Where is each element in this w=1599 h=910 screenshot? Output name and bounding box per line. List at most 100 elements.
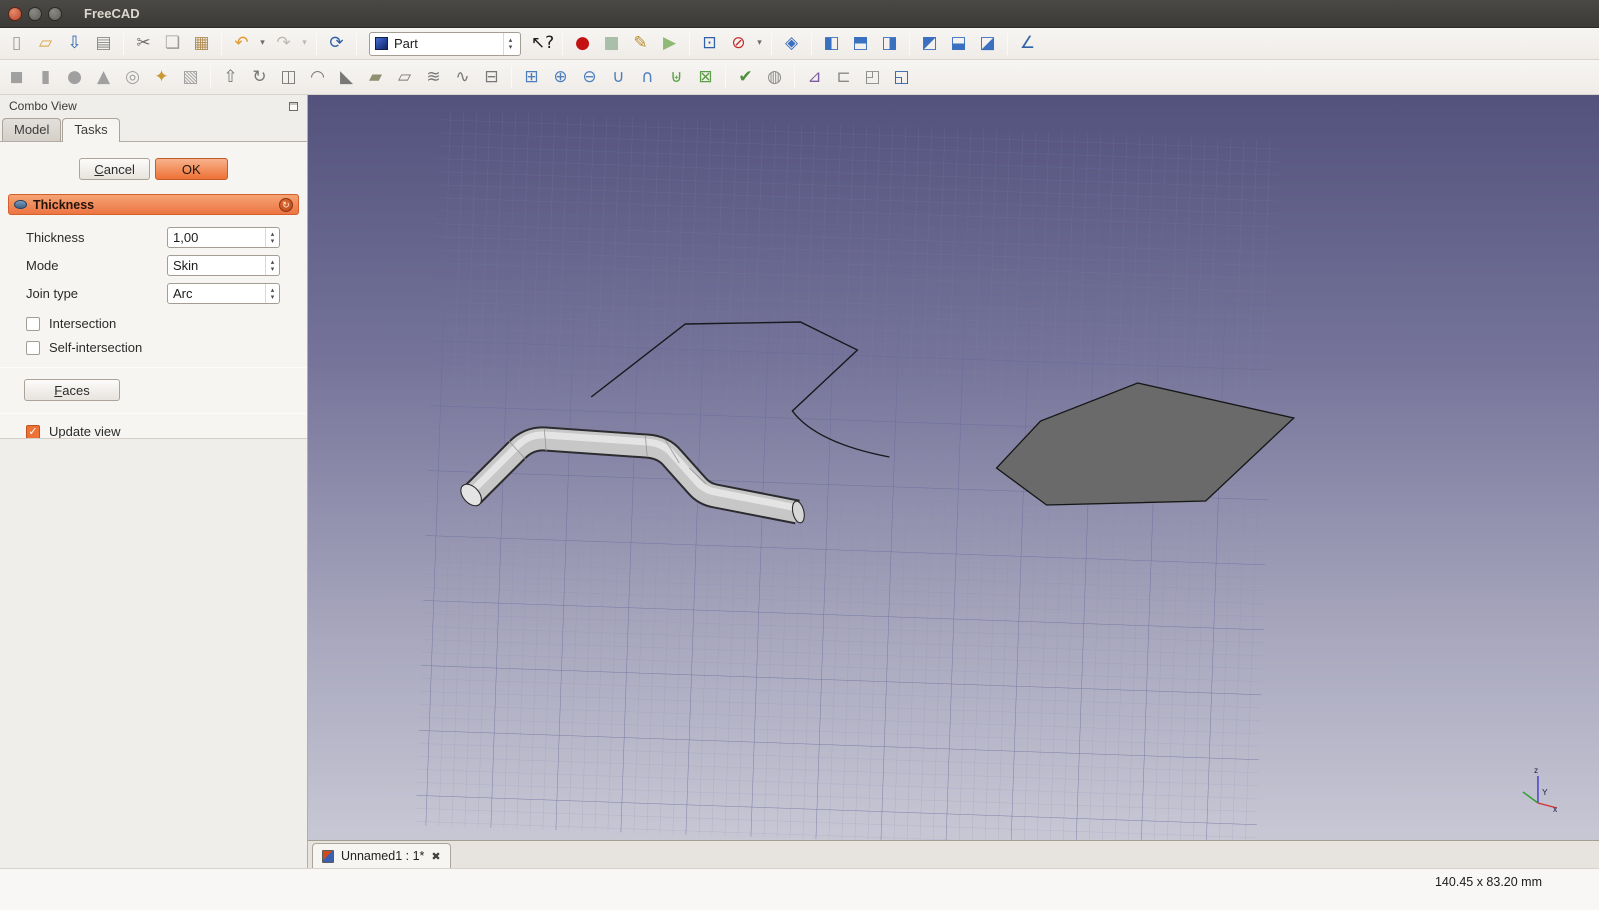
cut-icon[interactable]: ✂ — [129, 31, 158, 57]
union-icon[interactable]: ∪ — [604, 64, 633, 90]
bottom-view-icon[interactable]: ⬓ — [944, 31, 973, 57]
3d-viewport[interactable]: z Y x — [308, 95, 1599, 840]
redo-icon[interactable]: ↷ — [269, 31, 298, 57]
refresh-icon[interactable]: ⟳ — [322, 31, 351, 57]
macro-edit-icon[interactable]: ✎ — [626, 31, 655, 57]
boolean-icon[interactable]: ⊕ — [546, 64, 575, 90]
macro-stop-icon[interactable]: ■ — [597, 31, 626, 57]
join-type-dropdown[interactable]: ▴ ▾ — [265, 284, 279, 303]
mirror-icon[interactable]: ◫ — [274, 64, 303, 90]
shape-builder-icon[interactable]: ▧ — [176, 64, 205, 90]
mode-select[interactable]: Skin ▴ ▾ — [167, 255, 280, 276]
float-panel-icon[interactable] — [289, 101, 298, 111]
axonometric-view-icon[interactable]: ◈ — [777, 31, 806, 57]
icon-glyph: ⟳ — [329, 33, 344, 53]
draw-style-dropdown-icon[interactable]: ▾ — [753, 31, 766, 57]
zoom-fit-icon[interactable]: ⊡ — [695, 31, 724, 57]
primitives-icon[interactable]: ✦ — [147, 64, 176, 90]
tab-tasks[interactable]: Tasks — [62, 118, 120, 142]
tab-model[interactable]: Model — [2, 118, 62, 141]
document-tab[interactable]: Unnamed1 : 1* ✖ — [312, 843, 451, 868]
extrude-icon[interactable]: ⇧ — [216, 64, 245, 90]
macro-record-icon[interactable]: ● — [568, 31, 597, 57]
icon-glyph: ▮ — [40, 66, 51, 87]
maximize-window-button[interactable] — [48, 6, 62, 21]
boolean-cut-icon[interactable]: ⊖ — [575, 64, 604, 90]
intersection-checkbox[interactable] — [26, 316, 40, 331]
split-icon[interactable]: ⊠ — [691, 64, 720, 90]
left-view-icon[interactable]: ◪ — [973, 31, 1002, 57]
separator — [316, 32, 317, 55]
connect-icon[interactable]: ⊎ — [662, 64, 691, 90]
compound-icon[interactable]: ⊞ — [517, 64, 546, 90]
close-window-button[interactable] — [8, 6, 22, 21]
sweep-icon[interactable]: ∿ — [448, 64, 477, 90]
right-view-icon[interactable]: ◨ — [875, 31, 904, 57]
offset-2d-icon[interactable]: ◰ — [858, 64, 887, 90]
sphere-icon[interactable]: ● — [60, 64, 89, 90]
separator — [123, 32, 124, 55]
whats-this-icon[interactable]: ↖? — [528, 31, 557, 57]
draw-style-icon[interactable]: ⊘ — [724, 31, 753, 57]
cancel-button[interactable]: Cancel — [79, 158, 150, 180]
open-folder-icon[interactable]: ▱ — [31, 31, 60, 57]
loft-icon[interactable]: ≋ — [419, 64, 448, 90]
minimize-window-button[interactable] — [28, 6, 42, 21]
icon-glyph: ◩ — [921, 33, 938, 53]
print-icon[interactable]: ▤ — [89, 31, 118, 57]
self-intersection-checkbox[interactable] — [26, 340, 40, 355]
redo-dropdown-icon[interactable]: ▾ — [298, 31, 311, 57]
ruled-surface-icon[interactable]: ▱ — [390, 64, 419, 90]
copy-icon[interactable]: ❏ — [158, 31, 187, 57]
paste-icon[interactable]: ▦ — [187, 31, 216, 57]
join-type-row: Join type Arc ▴ ▾ — [26, 283, 280, 304]
icon-glyph: ◨ — [881, 33, 898, 53]
workbench-selector[interactable]: Part ▴ ▾ — [369, 31, 521, 56]
join-type-select[interactable]: Arc ▴ ▾ — [167, 283, 280, 304]
make-face-icon[interactable]: ▰ — [361, 64, 390, 90]
cross-sections-icon[interactable]: ⊿ — [800, 64, 829, 90]
top-view-icon[interactable]: ⬒ — [846, 31, 875, 57]
ok-button[interactable]: OK — [154, 158, 228, 180]
box-icon[interactable]: ◼ — [2, 64, 31, 90]
chamfer-icon[interactable]: ◣ — [332, 64, 361, 90]
cone-icon[interactable]: ▲ — [89, 64, 118, 90]
intersection-icon[interactable]: ∩ — [633, 64, 662, 90]
status-bar: 140.45 x 83.20 mm — [0, 868, 1599, 910]
thickness-input[interactable]: 1,00 ▴ ▾ — [167, 227, 280, 248]
thickness-icon[interactable]: ◱ — [887, 64, 916, 90]
cylinder-icon[interactable]: ▮ — [31, 64, 60, 90]
macro-view-group: ↖? ● ■ ✎ ▶ ⊡ ⊘ ▾ ◈ ◧ ⬒ ◨ ◩ ⬓ ◪ ∠ — [528, 28, 1042, 59]
icon-glyph: ⬓ — [950, 33, 967, 53]
front-view-icon[interactable]: ◧ — [817, 31, 846, 57]
icon-glyph: ↻ — [252, 66, 267, 87]
revolve-icon[interactable]: ↻ — [245, 64, 274, 90]
new-file-icon[interactable]: ▯ — [2, 31, 31, 57]
offset-3d-icon[interactable]: ⊏ — [829, 64, 858, 90]
undo-icon[interactable]: ↶ — [227, 31, 256, 57]
icon-glyph: ✎ — [633, 33, 648, 53]
close-document-icon[interactable]: ✖ — [431, 850, 440, 863]
workbench-dropdown[interactable]: ▴ ▾ — [503, 32, 517, 55]
check-geometry-icon[interactable]: ✔ — [731, 64, 760, 90]
section-icon[interactable]: ⊟ — [477, 64, 506, 90]
thickness-task-header[interactable]: Thickness ↻ — [8, 194, 299, 215]
task-header-toggle-icon[interactable]: ↻ — [279, 197, 293, 212]
save-icon[interactable]: ⇩ — [60, 31, 89, 57]
mode-dropdown[interactable]: ▴ ▾ — [265, 256, 279, 275]
thickness-spinner[interactable]: ▴ ▾ — [265, 228, 279, 247]
measure-distance-icon[interactable]: ∠ — [1013, 31, 1042, 57]
update-view-checkbox[interactable]: ✓ — [26, 424, 40, 438]
separator — [221, 32, 222, 55]
faces-button[interactable]: Faces — [24, 379, 120, 401]
rear-view-icon[interactable]: ◩ — [915, 31, 944, 57]
fillet-icon[interactable]: ◠ — [303, 64, 332, 90]
torus-icon[interactable]: ◎ — [118, 64, 147, 90]
defeaturing-icon[interactable]: ◍ — [760, 64, 789, 90]
icon-glyph: ◈ — [784, 33, 799, 53]
icon-glyph: ⊕ — [553, 66, 568, 87]
icon-glyph: ◪ — [979, 33, 996, 53]
spin-down-icon[interactable]: ▾ — [271, 237, 275, 245]
macro-execute-icon[interactable]: ▶ — [655, 31, 684, 57]
undo-dropdown-icon[interactable]: ▾ — [256, 31, 269, 57]
